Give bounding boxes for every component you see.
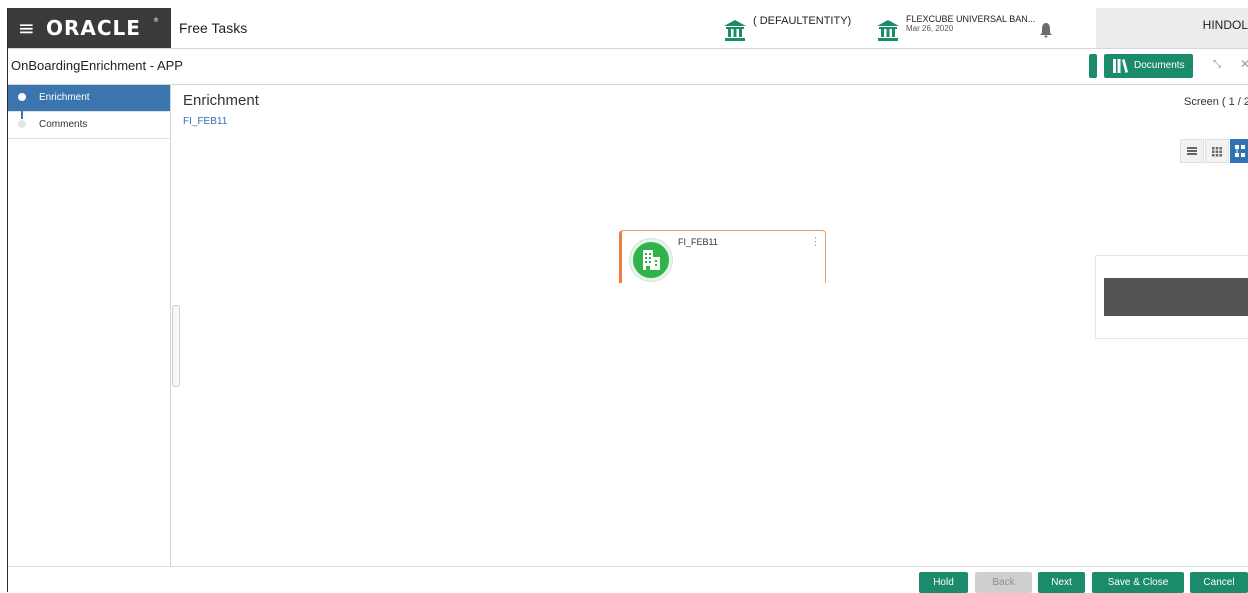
documents-tab-handle[interactable]: [1089, 54, 1097, 78]
list-view-button[interactable]: [1180, 139, 1204, 163]
back-button[interactable]: Back: [975, 572, 1032, 593]
user-menu[interactable]: HINDOL: [1096, 8, 1248, 48]
registered-mark: ®: [153, 17, 159, 24]
nav-item-enrichment[interactable]: Enrichment: [8, 85, 170, 119]
panel-header-bar: [1104, 278, 1248, 316]
library-icon: [1113, 59, 1128, 73]
nav-item-label: Comments: [39, 119, 88, 130]
task-header: OnBoardingEnrichment - APP Documents ⤡ ✕: [8, 49, 1248, 85]
node-title: FI_FEB11: [678, 237, 718, 247]
entity-link[interactable]: FI_FEB11: [183, 116, 227, 127]
hamburger-menu-icon[interactable]: ≡: [18, 17, 35, 39]
app-title: Free Tasks: [179, 20, 248, 36]
oracle-logo: ORACLE: [46, 16, 141, 40]
bank-icon: [724, 20, 746, 41]
more-options-icon[interactable]: ⋮: [810, 236, 821, 247]
cancel-button[interactable]: Cancel: [1190, 572, 1248, 593]
organization-avatar: [630, 239, 672, 281]
step-navigation: Enrichment Comments: [8, 85, 171, 592]
branch-name: FLEXCUBE UNIVERSAL BAN...: [906, 14, 1036, 24]
list-view-icon: [1187, 147, 1197, 155]
window-top-edge: [0, 0, 1248, 8]
brand-area: ≡ ORACLE ®: [8, 8, 171, 48]
documents-button[interactable]: Documents: [1104, 54, 1193, 78]
grid-view-button[interactable]: [1205, 139, 1229, 163]
footer-action-bar: Hold Back Next Save & Close Cancel: [8, 566, 1248, 593]
top-bar: ≡ ORACLE ® Free Tasks ( DEFAULTENTITY) F…: [8, 8, 1248, 49]
nav-item-label: Enrichment: [39, 92, 90, 103]
step-dot-icon: [18, 120, 26, 128]
building-icon: [643, 250, 660, 270]
task-title: OnBoardingEnrichment - APP: [11, 58, 183, 73]
panel-splitter[interactable]: [172, 305, 180, 387]
grid-view-icon: [1212, 147, 1222, 157]
step-dot-icon: [18, 93, 26, 101]
tree-view-icon: [1235, 145, 1245, 157]
nav-item-comments[interactable]: Comments: [8, 112, 170, 139]
window-left-edge: [0, 8, 8, 592]
close-icon[interactable]: ✕: [1240, 57, 1248, 71]
entity-node-card[interactable]: FI_FEB11 ⋮: [619, 230, 826, 283]
notification-bell-icon[interactable]: [1039, 22, 1053, 38]
documents-label: Documents: [1134, 60, 1185, 71]
page-title: Enrichment: [183, 92, 259, 109]
branch-date: Mar 26, 2020: [906, 24, 954, 33]
save-and-close-button[interactable]: Save & Close: [1092, 572, 1184, 593]
tree-view-button[interactable]: [1230, 139, 1248, 163]
user-name: HINDOL: [1202, 18, 1248, 32]
next-button[interactable]: Next: [1038, 572, 1085, 593]
bank-icon: [877, 20, 899, 41]
entity-label: ( DEFAULTENTITY): [753, 15, 852, 27]
screen-counter: Screen ( 1 / 2): [1184, 96, 1248, 108]
node-detail-panel: [1095, 255, 1248, 339]
hold-button[interactable]: Hold: [919, 572, 968, 593]
minimize-icon[interactable]: ⤡: [1213, 59, 1221, 70]
